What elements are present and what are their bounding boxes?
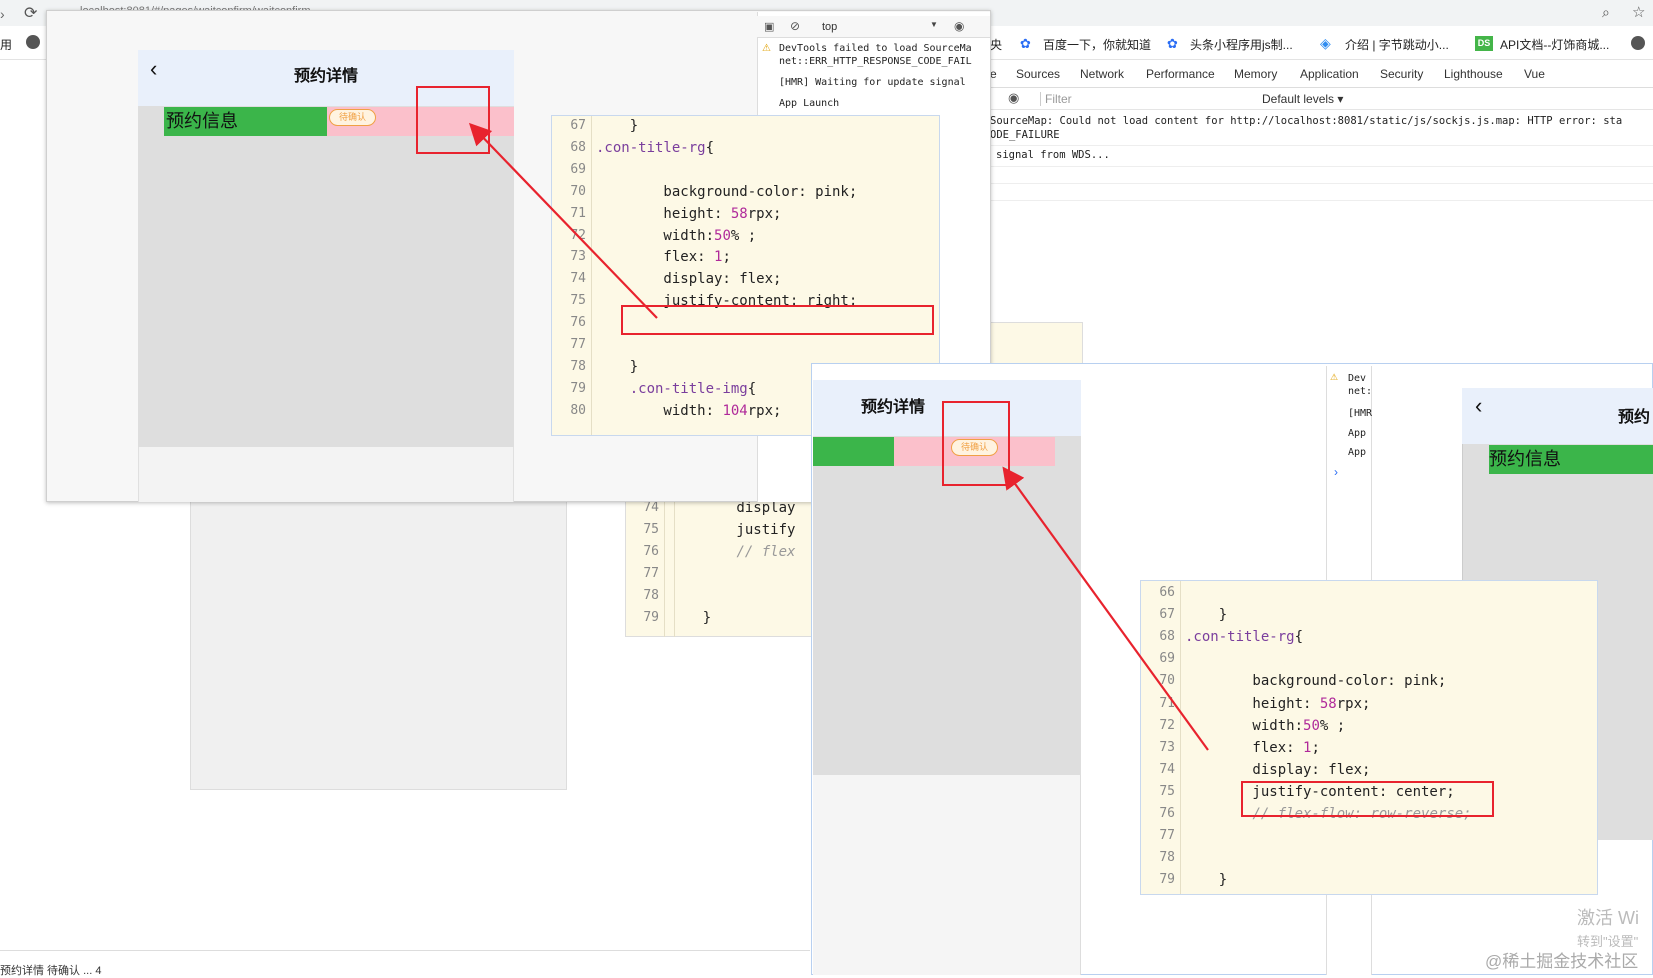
arrow-line <box>1002 466 1209 751</box>
annotation-arrows <box>468 122 1209 751</box>
status-text: 预约详情 待确认 ... 4 <box>0 965 102 977</box>
credit-text: @稀土掘金技术社区 <box>1485 952 1639 971</box>
status-bar <box>0 950 810 975</box>
highlight-box <box>621 305 934 335</box>
arrow-line <box>468 122 658 319</box>
activate-windows-text: 激活 Wi <box>1577 908 1639 928</box>
